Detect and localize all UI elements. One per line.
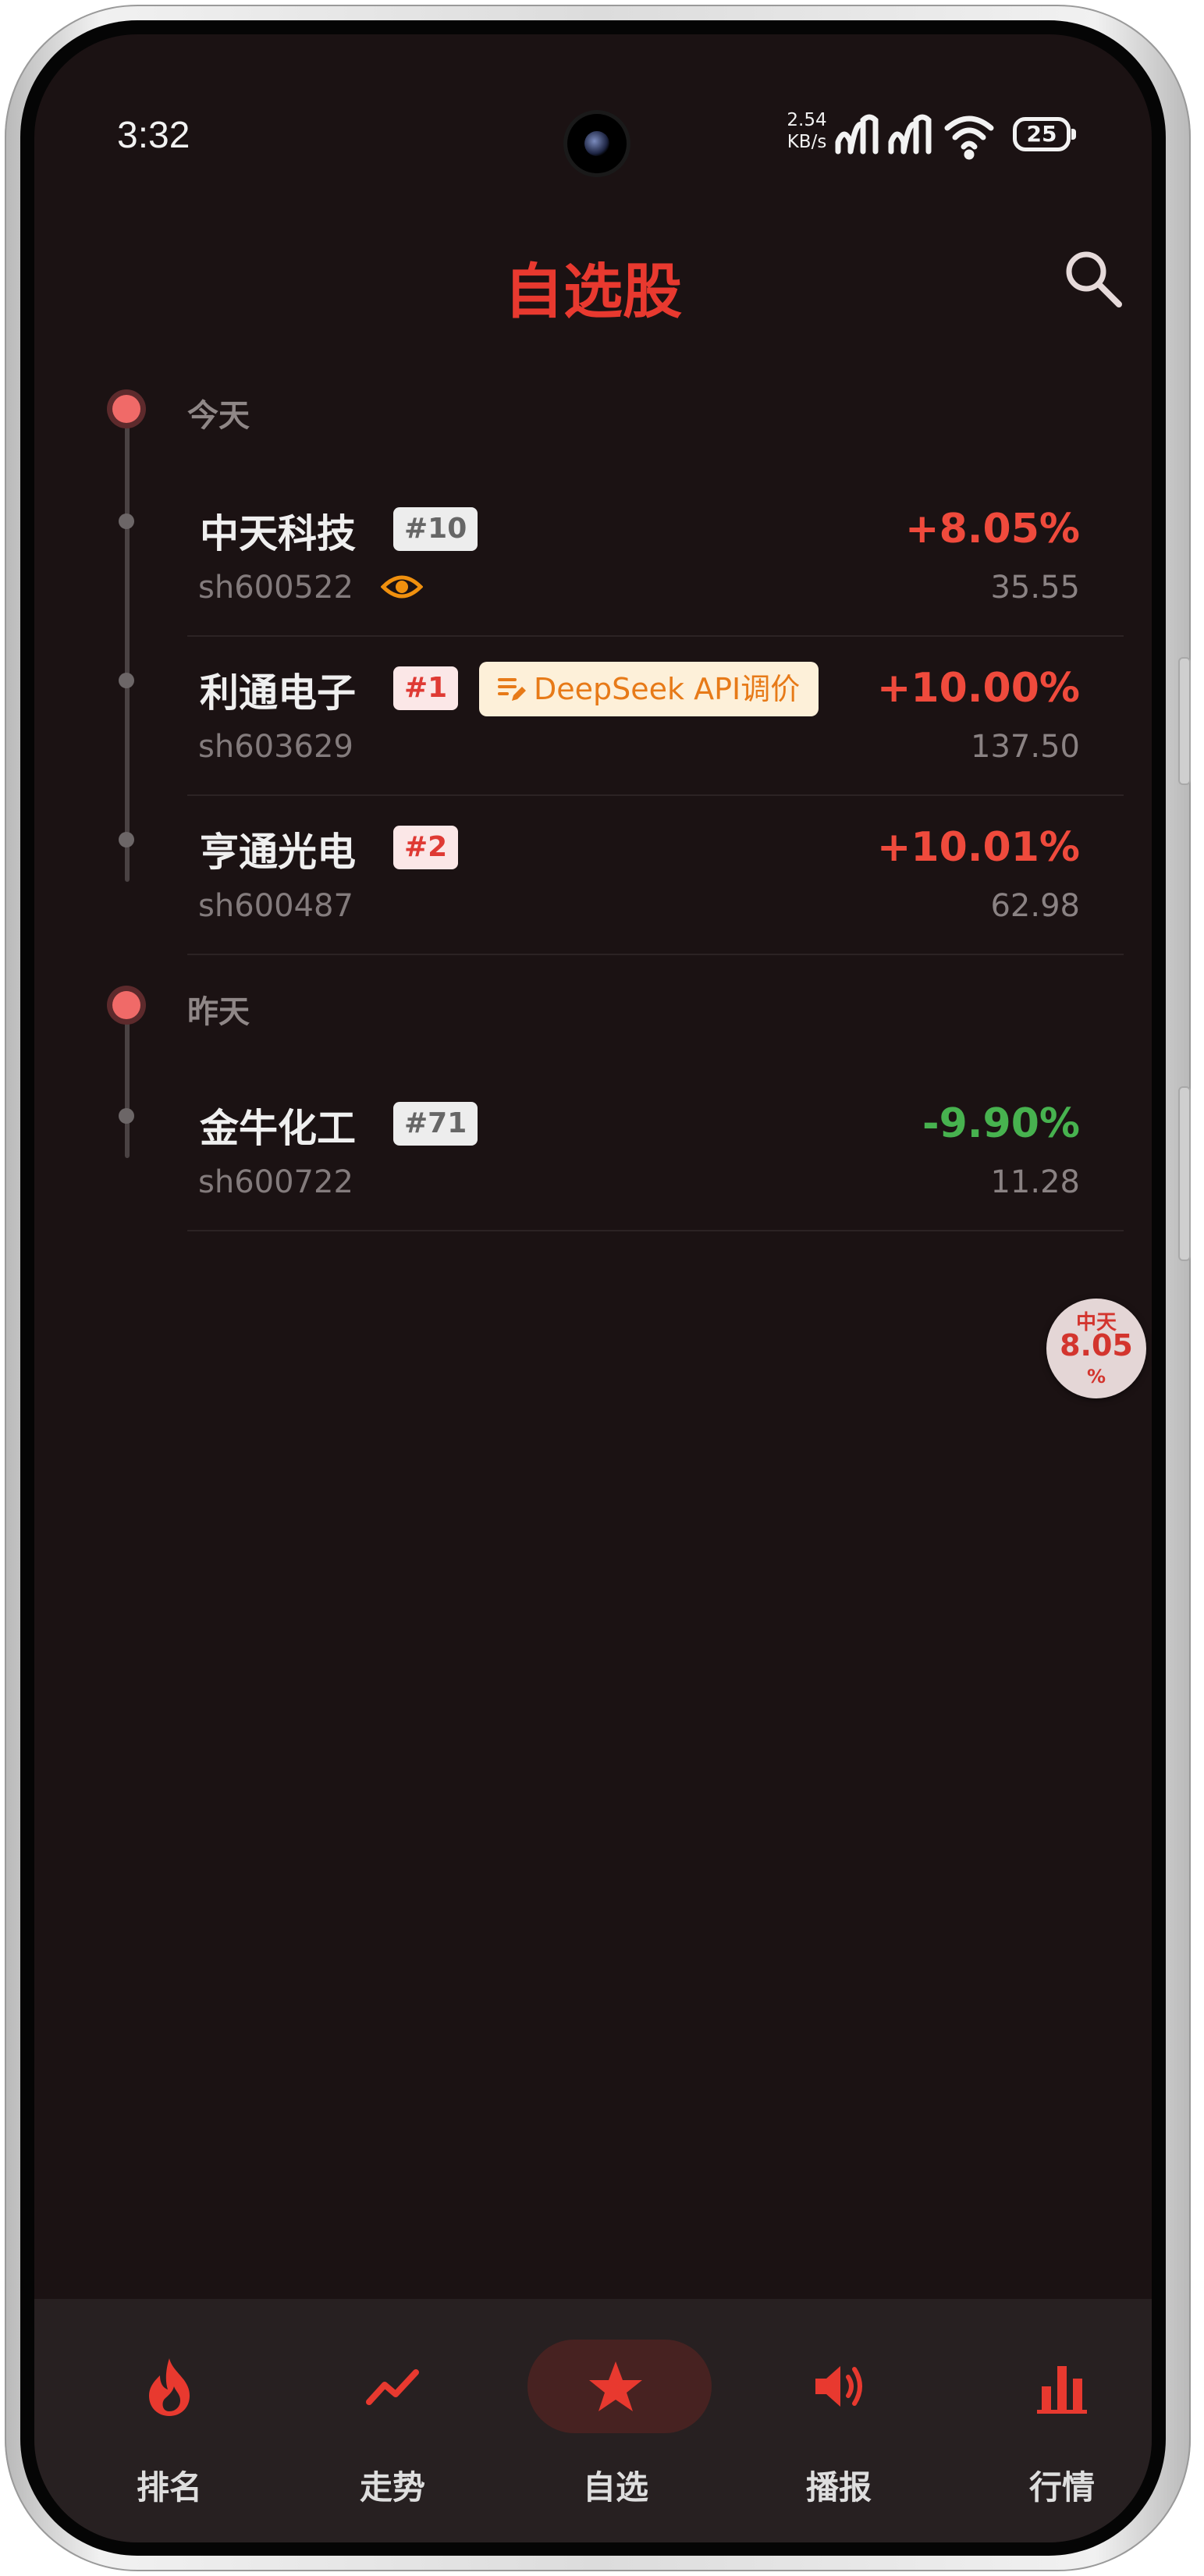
floating-quote-bubble[interactable]: 中天 8.05 % (1046, 1299, 1146, 1398)
news-tag[interactable]: DeepSeek API调价 (479, 662, 819, 716)
rank-badge: #1 (393, 666, 459, 710)
nav-item-ranking[interactable]: 排名 (58, 2299, 281, 2542)
signal-icon (835, 114, 879, 155)
bubble-value: 8.05 (1060, 1328, 1133, 1363)
nav-label: 播报 (805, 2468, 872, 2507)
nav-label: 排名 (136, 2468, 202, 2507)
wifi-icon (944, 115, 994, 160)
status-icons (835, 114, 994, 160)
trend-line-icon (366, 2369, 419, 2405)
star-icon (589, 2361, 642, 2411)
nav-label: 自选 (582, 2468, 648, 2507)
stock-row-603629[interactable]: 利通电子 #1 DeepSeek API调价 sh603629 +10.00% … (187, 635, 1124, 796)
speaker-icon (815, 2366, 862, 2407)
net-speed: 2.54 KB/s (776, 109, 838, 153)
timeline-item-dot (119, 513, 134, 529)
stock-code: sh603629 (198, 729, 353, 765)
stock-code: sh600722 (198, 1164, 353, 1200)
change-percent: +10.00% (876, 665, 1080, 712)
stock-name: 亨通光电 (200, 830, 356, 875)
nav-label: 走势 (359, 2468, 425, 2507)
front-camera (567, 114, 627, 173)
nav-item-trend[interactable]: 走势 (281, 2299, 504, 2542)
net-speed-unit: KB/s (787, 132, 827, 152)
flame-icon (149, 2358, 190, 2416)
timeline-item-dot (119, 832, 134, 847)
change-percent: +10.01% (876, 824, 1080, 871)
volume-button (1178, 657, 1191, 785)
date-marker-dot (112, 991, 140, 1019)
nav-item-market[interactable]: 行情 (950, 2299, 1152, 2542)
status-time: 3:32 (117, 115, 190, 156)
date-label-today: 今天 (187, 398, 250, 434)
timeline-line (125, 1010, 130, 1158)
rank-badge: #10 (393, 507, 478, 551)
bar-chart-icon (1037, 2366, 1087, 2414)
change-percent: +8.05% (905, 506, 1080, 553)
nav-item-broadcast[interactable]: 播报 (727, 2299, 950, 2542)
eye-icon[interactable] (381, 571, 423, 602)
rank-badge: #2 (393, 826, 459, 869)
stock-code: sh600487 (198, 888, 353, 924)
stock-price: 137.50 (971, 729, 1080, 765)
stock-name: 金牛化工 (200, 1106, 356, 1151)
power-button (1178, 1086, 1191, 1261)
stock-name: 中天科技 (200, 511, 356, 556)
timeline-line (125, 414, 130, 882)
page-title: 自选股 (504, 257, 682, 326)
stock-code: sh600522 (198, 570, 353, 606)
stock-price: 62.98 (990, 888, 1080, 924)
stock-row-600522[interactable]: 中天科技 #10 sh600522 +8.05% 35.55 (187, 476, 1124, 637)
date-marker-dot (112, 395, 140, 423)
news-tag-label: DeepSeek API调价 (534, 672, 801, 706)
signal-icon (888, 114, 932, 155)
bottom-nav: 排名 走势 自选 播报 行情 (34, 2299, 1152, 2542)
bubble-unit: % (1086, 1366, 1106, 1387)
stock-row-600722[interactable]: 金牛化工 #71 sh600722 -9.90% 11.28 (187, 1071, 1124, 1231)
timeline-item-dot (119, 1108, 134, 1124)
battery-level: 25 (1026, 121, 1057, 147)
change-percent: -9.90% (922, 1100, 1080, 1147)
notes-pen-icon (498, 678, 526, 701)
timeline-item-dot (119, 673, 134, 688)
net-speed-value: 2.54 (787, 110, 827, 130)
date-label-yesterday: 昨天 (187, 994, 250, 1030)
stock-row-600487[interactable]: 亨通光电 #2 sh600487 +10.01% 62.98 (187, 794, 1124, 955)
app-screen: 3:32 2.54 KB/s 25 自选股 今天 中天科技 #10 sh6005… (34, 34, 1152, 2542)
stock-price: 35.55 (990, 570, 1080, 606)
search-icon[interactable] (1060, 245, 1127, 312)
nav-item-watchlist[interactable]: 自选 (504, 2299, 727, 2542)
battery-icon: 25 (1013, 117, 1076, 151)
nav-label: 行情 (1028, 2468, 1095, 2507)
rank-badge: #71 (393, 1102, 478, 1146)
stock-price: 11.28 (990, 1164, 1080, 1200)
stock-name: 利通电子 (200, 670, 356, 716)
